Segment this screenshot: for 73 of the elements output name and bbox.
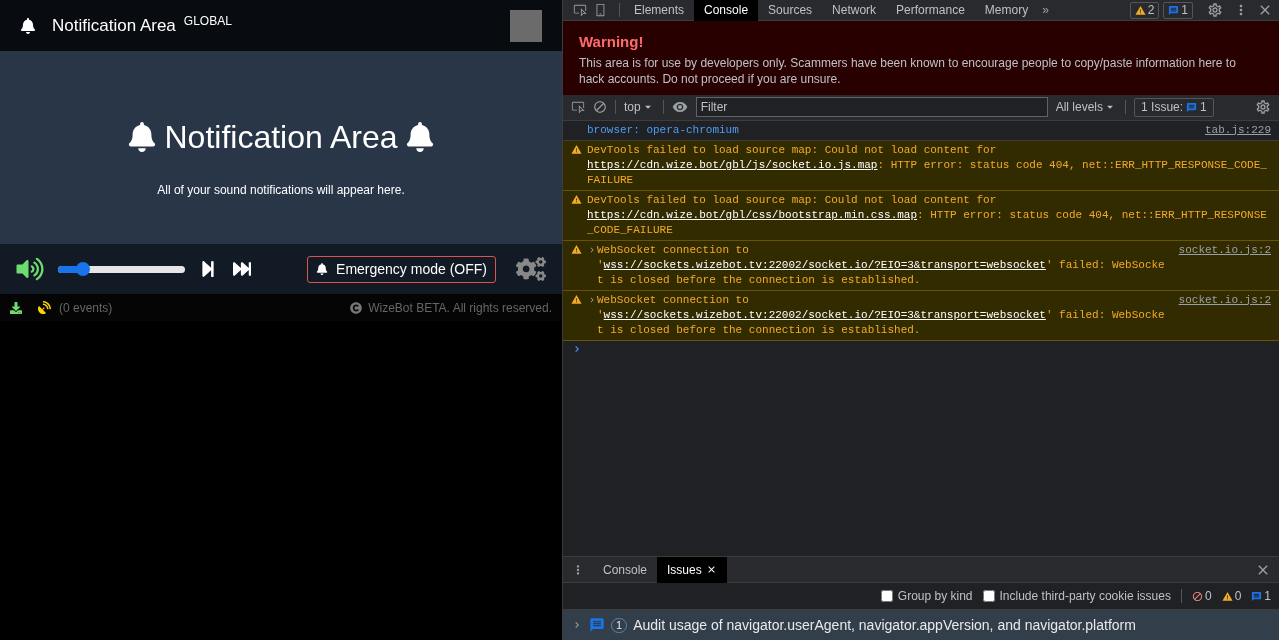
- devtools-tab[interactable]: Elements: [624, 0, 695, 21]
- settings-icon[interactable]: [1255, 99, 1271, 115]
- drawer-tab[interactable]: Console: [593, 556, 658, 583]
- header-title: Notification Area: [52, 14, 176, 37]
- option-checkbox[interactable]: [880, 590, 893, 602]
- warning-icon: [571, 293, 582, 305]
- inspect-icon[interactable]: [573, 3, 587, 17]
- source-link[interactable]: tab.js:229: [1205, 122, 1271, 138]
- issue-text: Audit usage of navigator.userAgent, navigator.appVersion, and navigator.platform: [633, 615, 1136, 635]
- hero-title: Notification Area: [164, 117, 398, 157]
- message-link[interactable]: wss://sockets.wizebot.tv:22002/socket.io/?EIO=3&transport=websocket: [603, 258, 1046, 271]
- devtools-tab[interactable]: Memory: [974, 0, 1039, 21]
- download-icon[interactable]: [10, 301, 22, 314]
- volume-icon[interactable]: [14, 257, 46, 281]
- warning-text: This area is for use by developers only. Scammers have been known to encourage people to copy/paste information here to hack accounts. Do not proceed if you are unsure.: [579, 54, 1237, 87]
- devtools-tab[interactable]: Console: [694, 0, 759, 21]
- settings-icon[interactable]: [516, 256, 546, 282]
- clear-icon[interactable]: [593, 100, 607, 114]
- warning-icon: [571, 193, 582, 205]
- message-text: DevTools failed to load source map: Could not load content for https://cdn.wize.bot/gbl/js/socket.io.js.map: HTTP error: status code 404, net::ERR_HTTP_RESPONSE_CODE_FAILURE: [587, 142, 1268, 188]
- avatar-placeholder[interactable]: [510, 9, 542, 42]
- header-scope-label: GLOBAL: [183, 13, 232, 30]
- beacon-icon: [316, 263, 329, 275]
- warning-title: Warning!: [579, 32, 645, 52]
- warning-icon: [571, 243, 582, 255]
- messages-counter[interactable]: 1: [1163, 1, 1193, 19]
- warning-icon: [1221, 590, 1233, 602]
- eye-icon[interactable]: [671, 99, 688, 115]
- satellite-dish-icon[interactable]: [38, 301, 51, 314]
- volume-slider[interactable]: [58, 262, 185, 276]
- filter-field[interactable]: Filter: [695, 97, 1048, 117]
- issue-row[interactable]: 1 Audit usage of navigator.userAgent, navigator.appVersion, and navigator.platform: [563, 610, 1279, 640]
- warning-icon: [1134, 4, 1146, 16]
- warnings-counter[interactable]: 2: [1129, 1, 1160, 19]
- option-label[interactable]: Group by kind: [897, 587, 973, 605]
- info-counter: 1: [1251, 587, 1271, 605]
- message-icon: [589, 617, 605, 633]
- copyright-icon: [350, 301, 363, 314]
- devtools-tab[interactable]: Sources: [758, 0, 823, 21]
- message-icon: [1186, 101, 1198, 113]
- context-dropdown[interactable]: top: [624, 98, 655, 116]
- bell-icon: [405, 121, 434, 152]
- error-icon: [1191, 590, 1203, 602]
- emergency-mode-button[interactable]: Emergency mode (OFF): [307, 255, 496, 283]
- message-text: DevTools failed to load source map: Could not load content for https://cdn.wize.bot/gbl/css/bootstrap.min.css.map: HTTP error: status code 404, net::ERR_HTTP_RESPONSE_CODE_FAILURE: [587, 192, 1268, 238]
- message-link[interactable]: https://cdn.wize.bot/gbl/css/bootstrap.min.css.map: [587, 208, 918, 221]
- bell-icon: [128, 121, 157, 152]
- levels-dropdown[interactable]: All levels: [1055, 98, 1118, 116]
- option-checkbox[interactable]: [982, 590, 995, 602]
- drawer-tab[interactable]: Issues: [657, 556, 727, 583]
- source-link[interactable]: socket.io.js:2: [1178, 242, 1271, 258]
- message-text: browser: opera-chromium: [587, 122, 740, 138]
- message-icon: [1168, 4, 1180, 16]
- next-icon[interactable]: [199, 260, 217, 278]
- message-icon: [1251, 590, 1263, 602]
- warning-counter: 0: [1221, 587, 1242, 605]
- events-count: (0 events): [59, 299, 113, 317]
- warning-icon: [571, 143, 582, 155]
- option-label[interactable]: Include third-party cookie issues: [999, 587, 1171, 605]
- message-text: WebSocket connection to 'wss://sockets.wizebot.tv:22002/socket.io/?EIO=3&transport=websocket' failed: WebSocket is closed before the connection is established.: [597, 242, 1166, 288]
- devtools-tab[interactable]: Performance: [886, 0, 975, 21]
- bell-icon: [20, 17, 36, 34]
- source-link[interactable]: socket.io.js:2: [1178, 292, 1271, 308]
- message-link[interactable]: wss://sockets.wizebot.tv:22002/socket.io/?EIO=3&transport=websocket: [603, 308, 1046, 321]
- message-text: WebSocket connection to 'wss://sockets.wizebot.tv:22002/socket.io/?EIO=3&transport=websocket' failed: WebSocket is closed before the connection is established.: [597, 292, 1166, 338]
- copyright-text: WizeBot BETA. All rights reserved.: [368, 299, 552, 317]
- devtools-tab[interactable]: Network: [822, 0, 887, 21]
- error-counter: 0: [1191, 587, 1212, 605]
- settings-icon[interactable]: [1207, 2, 1223, 18]
- more-tabs[interactable]: »: [1042, 1, 1049, 19]
- message-link[interactable]: https://cdn.wize.bot/gbl/js/socket.io.js.map: [587, 158, 878, 171]
- hero-subtitle: All of your sound notifications will appear here.: [157, 181, 405, 199]
- issues-button[interactable]: 1 Issue: 1: [1134, 97, 1214, 117]
